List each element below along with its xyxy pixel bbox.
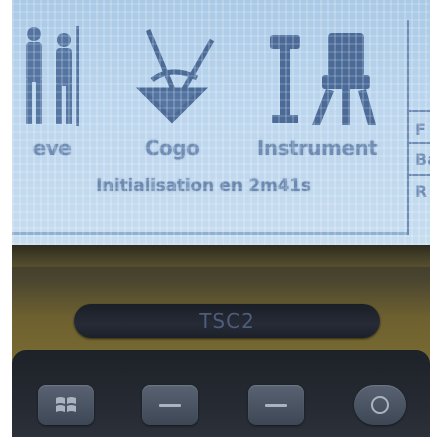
- total-station-icon: [270, 33, 376, 125]
- lcd-screen: eve Cogo Instrument F B R Initialisation…: [12, 0, 430, 245]
- tile-releve-label: eve: [32, 136, 72, 160]
- tile-instrument[interactable]: Instrument: [247, 10, 387, 160]
- ok-icon: [371, 396, 389, 414]
- side-menu-divider: [409, 174, 430, 176]
- tile-cogo[interactable]: Cogo: [117, 10, 227, 160]
- device-photo: eve Cogo Instrument F B R Initialisation…: [12, 0, 430, 437]
- side-menu-divider: [409, 110, 430, 112]
- surveyor-icon: [26, 26, 79, 126]
- side-menu-item-1[interactable]: F: [415, 120, 426, 139]
- windows-key[interactable]: [38, 385, 94, 425]
- cogo-icon: [135, 29, 215, 124]
- model-nameplate: TSC2: [74, 304, 380, 338]
- softkey-right[interactable]: [248, 385, 304, 425]
- side-menu-item-2[interactable]: Ba: [415, 150, 430, 169]
- softkey-left[interactable]: [142, 385, 198, 425]
- windows-logo-icon: [56, 397, 76, 412]
- tile-cogo-label: Cogo: [144, 136, 200, 160]
- side-menu-item-3[interactable]: R: [415, 182, 427, 201]
- tile-instrument-label: Instrument: [256, 136, 378, 160]
- side-menu-divider: [409, 142, 430, 144]
- screen-divider: [12, 232, 407, 235]
- dash-icon: [159, 403, 181, 407]
- tile-releve[interactable]: eve: [12, 10, 102, 160]
- ok-key[interactable]: [354, 385, 406, 425]
- side-menu-panel[interactable]: F Ba R: [407, 20, 430, 235]
- model-name: TSC2: [199, 309, 255, 333]
- housing-shadow: [12, 245, 430, 267]
- status-message: Initialisation en 2m41s: [96, 176, 311, 196]
- dash-icon: [265, 403, 287, 407]
